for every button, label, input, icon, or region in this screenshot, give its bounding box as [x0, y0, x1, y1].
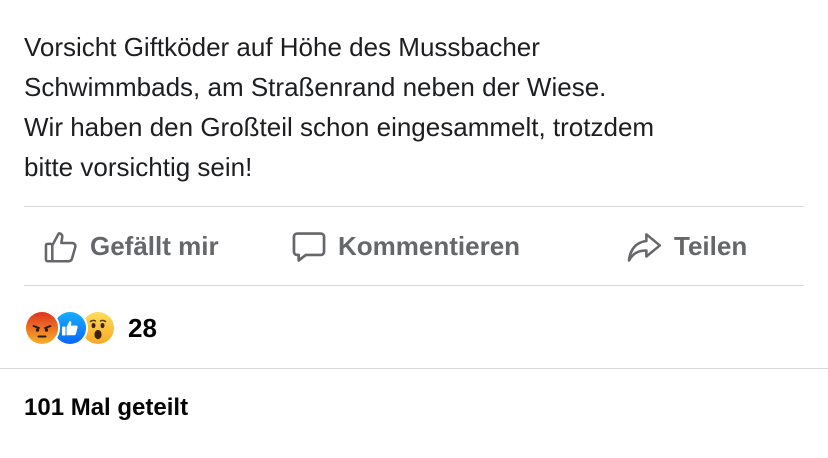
angry-reaction-icon [24, 310, 60, 346]
post-text-line: Wir haben den Großteil schon eingesammel… [24, 112, 655, 142]
thumbs-up-icon [42, 228, 80, 266]
post-text-line: Vorsicht Giftköder auf Höhe des Mussbach… [24, 32, 540, 62]
comment-bubble-icon [290, 228, 328, 266]
divider [0, 368, 828, 369]
action-bar: Gefällt mir Kommentieren Teilen [24, 207, 804, 286]
post-text: Vorsicht Giftköder auf Höhe des Mussbach… [24, 27, 814, 187]
like-button[interactable]: Gefällt mir [42, 207, 219, 286]
comment-label: Kommentieren [338, 231, 521, 261]
like-label: Gefällt mir [90, 231, 219, 261]
reaction-summary[interactable]: 28 [24, 310, 157, 346]
share-arrow-icon [624, 228, 664, 266]
share-button[interactable]: Teilen [624, 207, 747, 286]
post-text-line: bitte vorsichtig sein! [24, 152, 253, 182]
divider [24, 285, 804, 286]
post-text-line: Schwimmbads, am Straßenrand neben der Wi… [24, 72, 607, 102]
reaction-count: 28 [128, 312, 157, 343]
share-label: Teilen [674, 231, 748, 261]
share-count[interactable]: 101 Mal geteilt [24, 394, 188, 422]
comment-button[interactable]: Kommentieren [290, 207, 520, 286]
